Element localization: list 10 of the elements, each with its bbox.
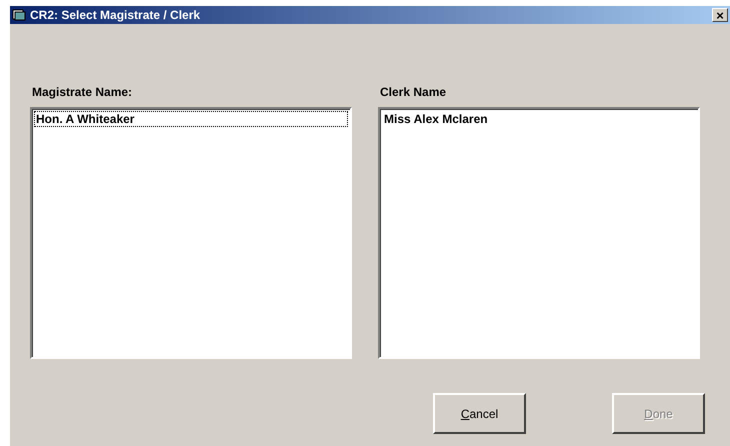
window-icon: [12, 9, 26, 21]
list-item[interactable]: Hon. A Whiteaker: [34, 111, 348, 127]
window-title: CR2: Select Magistrate / Clerk: [30, 8, 202, 22]
list-item[interactable]: Miss Alex Mclaren: [382, 111, 696, 127]
dialog-button[interactable]: Cancel: [433, 393, 526, 434]
list-box[interactable]: Miss Alex Mclaren: [378, 107, 700, 359]
list-label: Magistrate Name:: [31, 85, 134, 101]
list-box[interactable]: Hon. A Whiteaker: [30, 107, 352, 359]
close-button[interactable]: ×: [712, 8, 728, 22]
list-label: Clerk Name: [379, 85, 448, 101]
